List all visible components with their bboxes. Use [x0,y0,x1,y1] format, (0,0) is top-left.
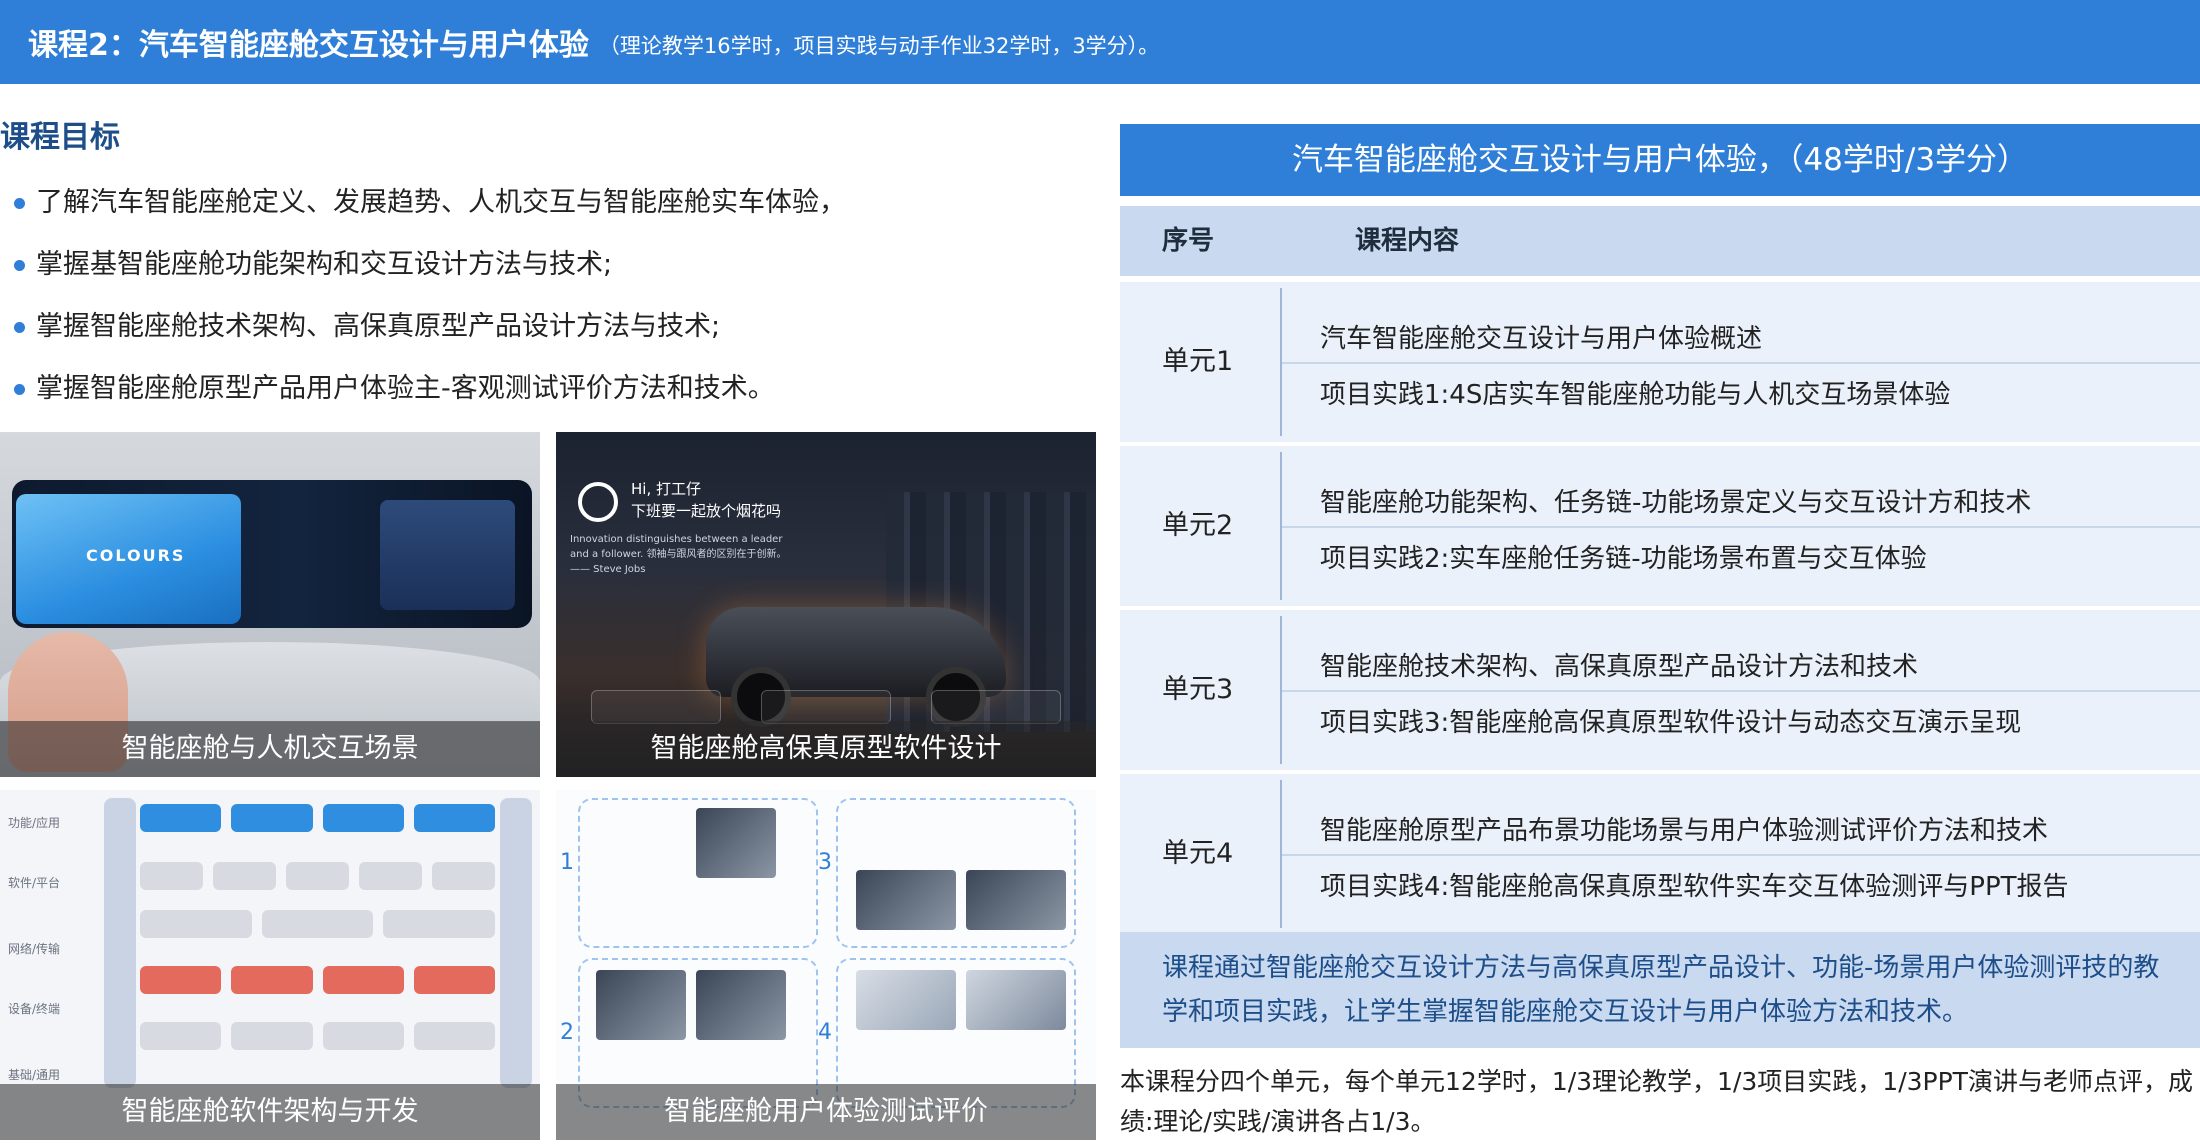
header-banner: 课程2：汽车智能座舱交互设计与用户体验 （理论教学16学时，项目实践与动手作业3… [0,0,2200,84]
row-divider [1282,526,2200,528]
row-divider [1282,362,2200,364]
col-header-content: 课程内容 [1355,226,1460,256]
bottom-button-row [566,690,1086,724]
test-photo [596,970,686,1040]
unit-practice: 项目实践4:智能座舱高保真原型软件实车交互体验测评与PPT报告 [1320,872,2069,902]
info-security-bar [500,798,532,1088]
app-layer-row [140,804,495,832]
course-note: 本课程分四个单元，每个单元12学时，1/3理论教学，1/3项目实践，1/3PPT… [1120,1067,2193,1136]
goal-item: 掌握智能座舱原型产品用户体验主-客观测试评价方法和技术。 [12,366,1092,428]
layer-label: 设备/终端 [8,1002,61,1016]
unit-name: 单元4 [1162,838,1234,869]
row-divider [1282,854,2200,856]
test-photo [696,970,786,1040]
course-table-title: 汽车智能座舱交互设计与用户体验，（48学时/3学分） [1120,124,2200,196]
wave-wallpaper: COLOURS [16,494,241,624]
banner-subtitle: （理论教学16学时，项目实践与动手作业32学时，3学分）。 [598,34,1160,58]
service-row [140,862,495,890]
table-row: 单元2 智能座舱功能架构、任务链-功能场景定义与交互设计方和技术 项目实践2:实… [1120,446,2200,606]
unit-name: 单元1 [1162,346,1234,377]
test-chart [966,970,1066,1030]
col-header-no: 序号 [1162,226,1215,256]
quadrant-number: 1 [560,850,574,875]
layer-label: 基础/通用 [8,1068,61,1082]
greeting-line-1: Hi, 打工仔 [631,480,701,498]
layer-label: 功能/应用 [8,816,61,830]
hmi-scene-image: COLOURS 智能座舱与人机交互场景 [0,432,540,777]
quadrant-number: 2 [560,1020,574,1045]
table-row: 单元4 智能座舱原型产品布景功能场景与用户体验测试评价方法和技术 项目实践4:智… [1120,774,2200,934]
architecture-diagram: 功能/应用 软件/平台 网络/传输 设备/终端 基础/通用 智能座舱软件架构与开… [0,790,540,1140]
steering-wheel-icon [578,482,618,522]
table-row: 单元1 汽车智能座舱交互设计与用户体验概述 项目实践1:4S店实车智能座舱功能与… [1120,282,2200,442]
goal-item: 掌握基智能座舱功能架构和交互设计方法与技术; [12,242,1092,304]
tile-caption: 智能座舱软件架构与开发 [0,1084,540,1140]
screen-label: COLOURS [86,546,186,565]
greeting-line-2: 下班要一起放个烟花吗 [631,502,782,520]
unit-practice: 项目实践3:智能座舱高保真原型软件设计与动态交互演示呈现 [1320,708,2022,738]
test-chart [856,970,956,1030]
goals-list: 了解汽车智能座舱定义、发展趋势、人机交互与智能座舱实车体验， 掌握基智能座舱功能… [12,180,1092,428]
tile-caption: 智能座舱高保真原型软件设计 [556,721,1096,777]
goal-item: 了解汽车智能座舱定义、发展趋势、人机交互与智能座舱实车体验， [12,180,1092,242]
device-row [140,1022,495,1050]
test-photo [966,870,1066,930]
quote-text: Innovation distinguishes between a leade… [570,534,787,575]
course-table-header: 序号 课程内容 [1120,206,2200,276]
quadrant-number: 4 [818,1020,832,1045]
unit-practice: 项目实践2:实车座舱任务链-功能场景布置与交互体验 [1320,544,1927,574]
layer-label: 网络/传输 [8,942,61,956]
functional-safety-bar [104,798,136,1088]
row-divider [1282,690,2200,692]
goals-heading: 课程目标 [0,120,120,155]
unit-topic: 智能座舱技术架构、高保真原型产品设计方法和技术 [1320,652,1919,682]
quadrant-number: 3 [818,850,832,875]
course-summary: 课程通过智能座舱交互设计方法与高保真原型产品设计、功能-场景用户体验测评技的教学… [1120,932,2200,1048]
unit-topic: 汽车智能座舱交互设计与用户体验概述 [1320,324,1763,354]
unit-topic: 智能座舱功能架构、任务链-功能场景定义与交互设计方和技术 [1320,488,2032,518]
unit-practice: 项目实践1:4S店实车智能座舱功能与人机交互场景体验 [1320,380,1951,410]
unit-name: 单元2 [1162,510,1234,541]
layer-label: 软件/平台 [8,876,61,890]
tile-caption: 智能座舱用户体验测试评价 [556,1084,1096,1140]
test-photo [696,808,776,878]
greeting-text: Hi, 打工仔 下班要一起放个烟花吗 [631,478,781,522]
network-row [140,966,495,994]
goal-item: 掌握智能座舱技术架构、高保真原型产品设计方法与技术; [12,304,1092,366]
tile-caption: 智能座舱与人机交互场景 [0,721,540,777]
unit-topic: 智能座舱原型产品布景功能场景与用户体验测试评价方法和技术 [1320,816,2049,846]
table-row: 单元3 智能座舱技术架构、高保真原型产品设计方法和技术 项目实践3:智能座舱高保… [1120,610,2200,770]
prototype-ui-image: Hi, 打工仔 下班要一起放个烟花吗 Innovation distinguis… [556,432,1096,777]
unit-name: 单元3 [1162,674,1234,705]
banner-title: 课程2：汽车智能座舱交互设计与用户体验 [28,28,589,63]
info-panel [380,500,515,610]
test-photo [856,870,956,930]
ux-testing-image: 1 2 3 4 智能座舱用户体验测试评价 [556,790,1096,1140]
platform-row [140,910,496,938]
